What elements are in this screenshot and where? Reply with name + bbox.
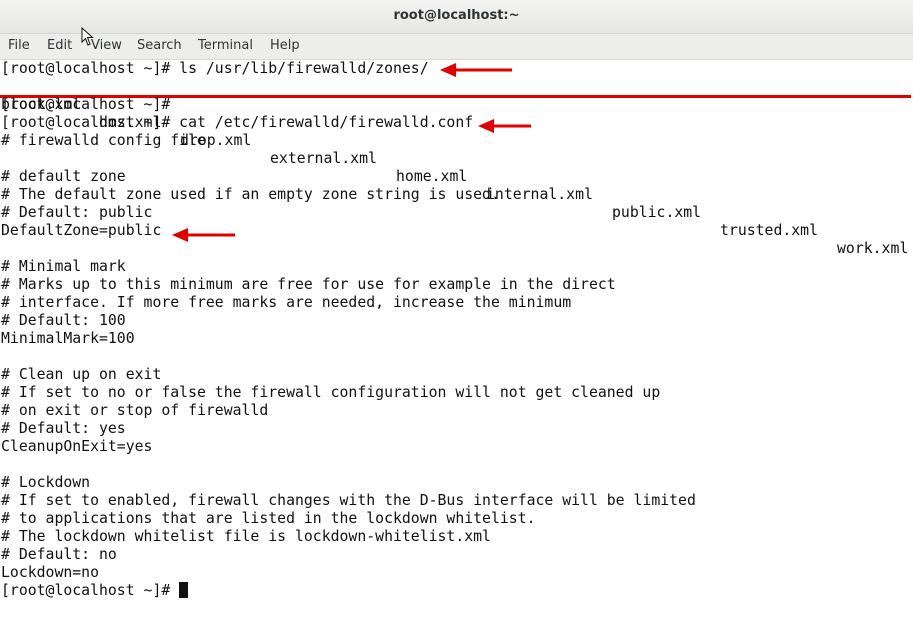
conf-line: # firewalld config file [1,132,206,149]
menu-help[interactable]: Help [270,38,300,53]
zone-file-list: block.xml dmz.xml drop.xml external.xml … [1,78,908,257]
conf-line: # Marks up to this minimum are free for … [1,276,616,293]
zone-file: home.xml [396,168,468,185]
conf-line: # If set to no or false the firewall con… [1,384,661,401]
conf-line: # Minimal mark [1,258,126,275]
conf-line: CleanupOnExit=yes [1,438,153,455]
prompt-line: [root@localhost ~]# [1,96,171,113]
conf-line: # Lockdown [1,474,91,491]
menu-view[interactable]: View [91,38,122,53]
zone-file: work.xml [837,240,909,257]
conf-line: # Default: no [1,546,117,563]
window-titlebar[interactable]: root@localhost:~ [0,0,913,34]
command-line-ls: [root@localhost ~]# ls /usr/lib/firewall… [1,60,429,77]
red-arrow-icon [440,63,512,77]
conf-line-default-zone: DefaultZone=public [1,222,162,239]
conf-line: # Default: public [1,204,153,221]
final-prompt-text: [root@localhost ~]# [1,582,180,599]
conf-line: # interface. If more free marks are need… [1,294,572,311]
text-cursor [179,582,189,598]
zone-file: external.xml [270,150,377,167]
mouse-pointer-icon [81,27,94,46]
conf-line: # Clean up on exit [1,366,162,383]
red-arrow-icon [172,228,235,242]
conf-line: # on exit or stop of firewalld [1,402,269,419]
menu-edit[interactable]: Edit [47,38,72,53]
conf-line: # If set to enabled, firewall changes wi… [1,492,696,509]
zone-file: internal.xml [486,186,593,203]
conf-line: # to applications that are listed in the… [1,510,536,527]
conf-line: # default zone [1,168,126,185]
conf-line: Lockdown=no [1,564,99,581]
conf-line: MinimalMark=100 [1,330,135,347]
conf-line: # Default: 100 [1,312,126,329]
conf-line: # Default: yes [1,420,126,437]
zone-file: public.xml [612,204,702,221]
menu-terminal[interactable]: Terminal [198,38,253,53]
command-line-cat: [root@localhost ~]# cat /etc/firewalld/f… [1,114,474,131]
conf-line: # The lockdown whitelist file is lockdow… [1,528,491,545]
menu-bar: File Edit View Search Terminal Help [0,34,913,60]
red-arrow-icon [478,119,531,133]
terminal-output[interactable]: [root@localhost ~]# ls /usr/lib/firewall… [0,60,913,617]
conf-line: # The default zone used if an empty zone… [1,186,500,203]
window-title: root@localhost:~ [393,8,520,23]
zone-file: trusted.xml [720,222,818,239]
menu-search[interactable]: Search [137,38,182,53]
menu-file[interactable]: File [8,38,30,53]
final-prompt: [root@localhost ~]# [1,582,189,600]
